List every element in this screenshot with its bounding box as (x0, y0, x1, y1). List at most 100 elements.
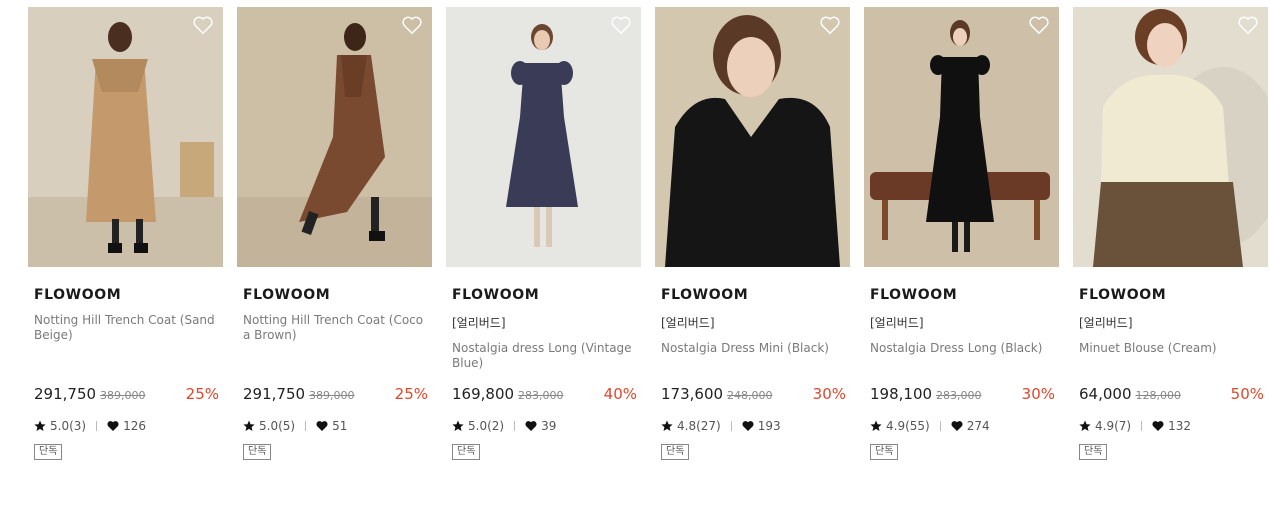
product-card[interactable]: FLOWOOM [얼리버드] Nostalgia Dress Mini (Bla… (655, 7, 850, 460)
wishlist-heart-icon[interactable] (819, 15, 841, 35)
exclusive-badge: 단독 (1079, 444, 1108, 460)
sale-price: 291,750 (34, 385, 97, 403)
product-stats: 4.9(55) 274 (870, 419, 990, 433)
discount-rate: 25% (185, 385, 219, 403)
heart-filled-icon (1152, 421, 1164, 431)
price: 291,750 389,000 (34, 385, 146, 403)
divider (96, 421, 98, 431)
divider (939, 421, 941, 431)
discount-rate: 50% (1230, 385, 1264, 403)
product-image[interactable] (655, 7, 850, 267)
product-photo (1073, 7, 1268, 267)
product-stats: 4.9(7) 132 (1079, 419, 1191, 433)
promo-tag: [얼리버드] (661, 316, 715, 330)
product-name[interactable]: Notting Hill Trench Coat (Cocoa Brown) (243, 313, 429, 343)
product-stats: 5.0(3) 126 (34, 419, 146, 433)
rating: 4.9(7) (1095, 419, 1132, 433)
exclusive-badge: 단독 (870, 444, 899, 460)
product-photo (237, 7, 432, 267)
promo-tag: [얼리버드] (452, 316, 506, 330)
exclusive-badge: 단독 (34, 444, 63, 460)
sale-price: 173,600 (661, 385, 724, 403)
product-name[interactable]: Notting Hill Trench Coat (Sand Beige) (34, 313, 220, 343)
original-price: 283,000 (936, 389, 982, 402)
star-icon (34, 420, 46, 431)
product-card[interactable]: FLOWOOM Notting Hill Trench Coat (Sand B… (28, 7, 223, 460)
rating: 4.8(27) (677, 419, 721, 433)
brand-name[interactable]: FLOWOOM (661, 287, 748, 303)
product-card[interactable]: FLOWOOM [얼리버드] Minuet Blouse (Cream) 64,… (1073, 7, 1268, 460)
discount-rate: 40% (603, 385, 637, 403)
promo-tag: [얼리버드] (1079, 316, 1133, 330)
product-name[interactable]: Nostalgia dress Long (Vintage Blue) (452, 341, 638, 371)
rating: 5.0(2) (468, 419, 505, 433)
original-price: 389,000 (309, 389, 355, 402)
like-count: 193 (757, 419, 781, 433)
product-name[interactable]: Minuet Blouse (Cream) (1079, 341, 1265, 356)
product-card[interactable]: FLOWOOM Notting Hill Trench Coat (Cocoa … (237, 7, 432, 460)
sale-price: 169,800 (452, 385, 515, 403)
like-count: 39 (541, 419, 557, 433)
rating: 5.0(3) (50, 419, 87, 433)
discount-rate: 30% (812, 385, 846, 403)
original-price: 389,000 (100, 389, 146, 402)
sale-price: 198,100 (870, 385, 933, 403)
divider (305, 421, 307, 431)
product-image[interactable] (1073, 7, 1268, 267)
product-stats: 5.0(5) 51 (243, 419, 347, 433)
product-image[interactable] (446, 7, 641, 267)
price: 198,100 283,000 (870, 385, 982, 403)
product-photo (28, 7, 223, 267)
discount-rate: 25% (394, 385, 428, 403)
star-icon (243, 420, 255, 431)
brand-name[interactable]: FLOWOOM (452, 287, 539, 303)
like-count: 132 (1168, 419, 1191, 433)
brand-name[interactable]: FLOWOOM (870, 287, 957, 303)
like-count: 51 (332, 419, 348, 433)
product-image[interactable] (864, 7, 1059, 267)
rating: 5.0(5) (259, 419, 296, 433)
divider (514, 421, 516, 431)
original-price: 248,000 (727, 389, 773, 402)
original-price: 128,000 (1135, 389, 1182, 402)
wishlist-heart-icon[interactable] (610, 15, 632, 35)
product-image[interactable] (237, 7, 432, 267)
product-card[interactable]: FLOWOOM [얼리버드] Nostalgia Dress Long (Bla… (864, 7, 1059, 460)
price: 291,750 389,000 (243, 385, 355, 403)
product-name[interactable]: Nostalgia Dress Mini (Black) (661, 341, 847, 356)
product-photo (864, 7, 1059, 267)
brand-name[interactable]: FLOWOOM (1079, 287, 1166, 303)
like-count: 126 (123, 419, 146, 433)
divider (1141, 421, 1143, 431)
product-stats: 5.0(2) 39 (452, 419, 556, 433)
divider (730, 421, 732, 431)
wishlist-heart-icon[interactable] (1028, 15, 1050, 35)
heart-filled-icon (107, 421, 119, 431)
wishlist-heart-icon[interactable] (401, 15, 423, 35)
exclusive-badge: 단독 (452, 444, 481, 460)
discount-rate: 30% (1021, 385, 1055, 403)
exclusive-badge: 단독 (243, 444, 272, 460)
exclusive-badge: 단독 (661, 444, 690, 460)
brand-name[interactable]: FLOWOOM (34, 287, 121, 303)
product-image[interactable] (28, 7, 223, 267)
sale-price: 64,000 (1079, 385, 1132, 403)
promo-tag: [얼리버드] (870, 316, 924, 330)
brand-name[interactable]: FLOWOOM (243, 287, 330, 303)
price: 169,800 283,000 (452, 385, 564, 403)
product-stats: 4.8(27) 193 (661, 419, 781, 433)
product-photo (446, 7, 641, 267)
product-card[interactable]: FLOWOOM [얼리버드] Nostalgia dress Long (Vin… (446, 7, 641, 460)
heart-filled-icon (525, 421, 537, 431)
wishlist-heart-icon[interactable] (192, 15, 214, 35)
wishlist-heart-icon[interactable] (1237, 15, 1259, 35)
sale-price: 291,750 (243, 385, 306, 403)
heart-filled-icon (742, 421, 754, 431)
product-name[interactable]: Nostalgia Dress Long (Black) (870, 341, 1056, 356)
price: 173,600 248,000 (661, 385, 773, 403)
rating: 4.9(55) (886, 419, 930, 433)
product-grid: FLOWOOM Notting Hill Trench Coat (Sand B… (0, 0, 1270, 517)
star-icon (661, 420, 673, 431)
original-price: 283,000 (518, 389, 564, 402)
star-icon (1079, 420, 1091, 431)
